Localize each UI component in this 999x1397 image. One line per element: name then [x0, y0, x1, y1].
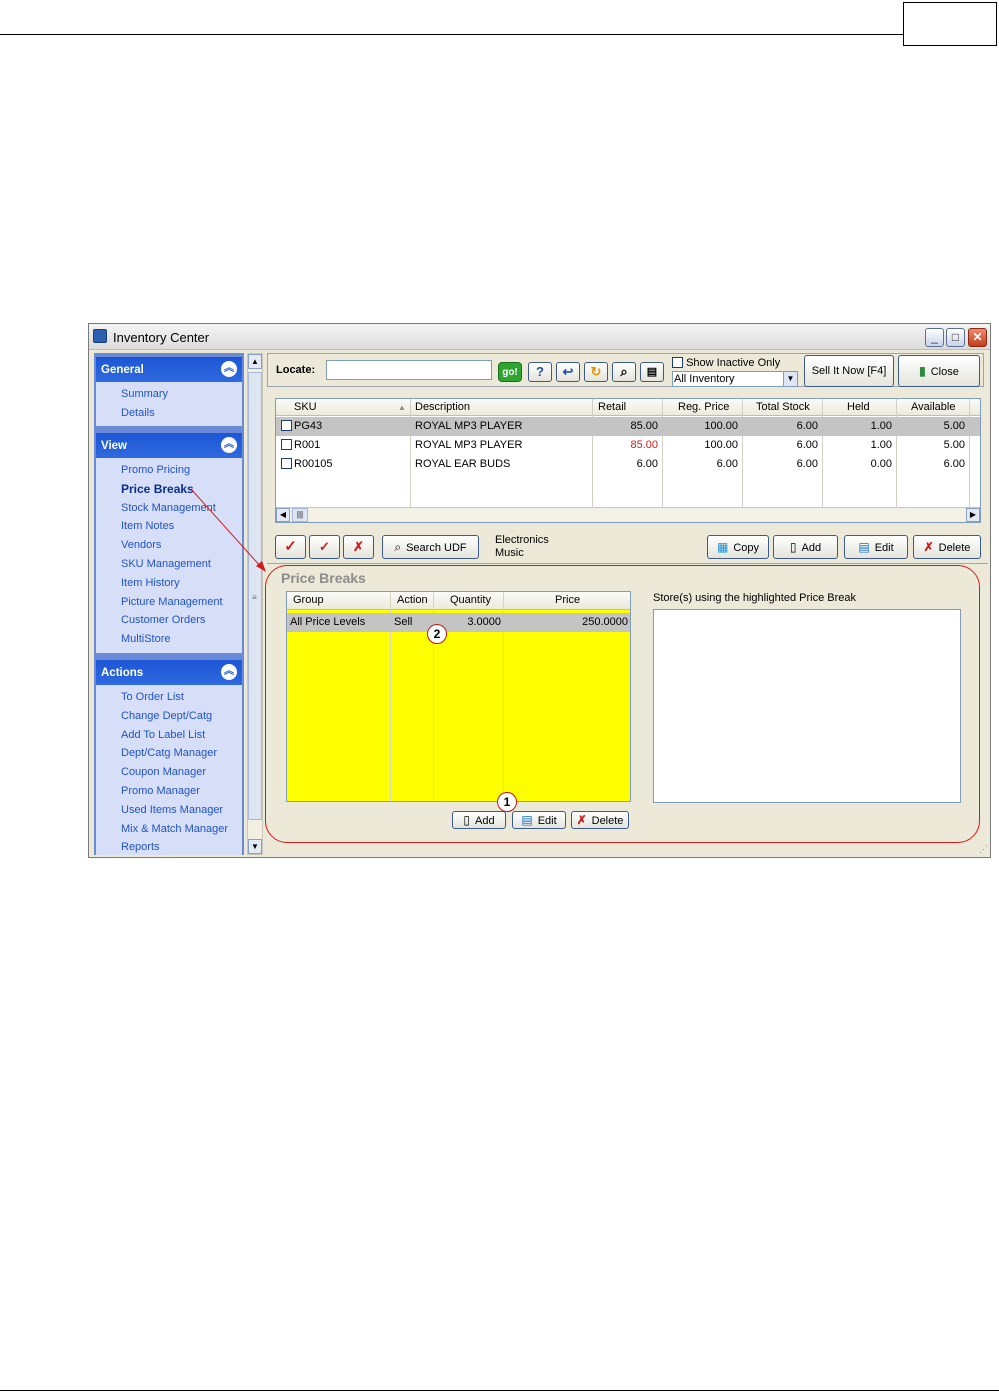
callout-2: 2 — [427, 624, 447, 644]
callout-1: 1 — [497, 792, 517, 812]
annotation-arrow — [190, 488, 266, 572]
